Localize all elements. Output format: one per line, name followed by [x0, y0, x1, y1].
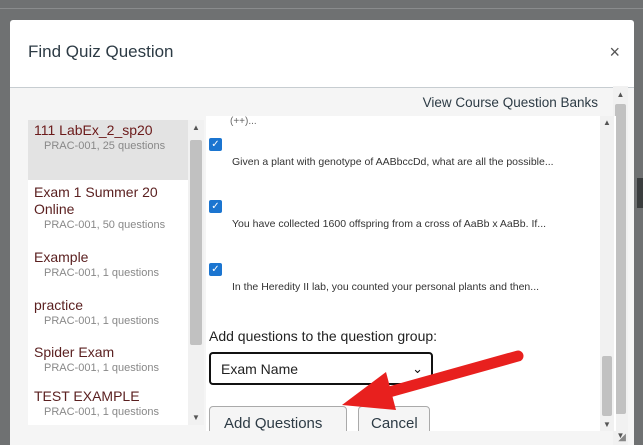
bank-name: Spider Exam [34, 344, 115, 360]
close-icon[interactable]: × [609, 42, 620, 62]
bank-meta: PRAC-001, 1 questions [44, 406, 159, 418]
bank-name: 111 LabEx_2_sp20 [34, 122, 153, 138]
bank-meta: PRAC-001, 1 questions [44, 362, 159, 374]
view-course-question-banks-link[interactable]: View Course Question Banks [423, 95, 598, 110]
question-checkbox[interactable]: ✓ [209, 200, 222, 213]
question-list-pane: (++)... ✓ Given a plant with genotype of… [206, 116, 616, 431]
checkmark-icon: ✓ [211, 264, 220, 275]
question-list-scrollbar[interactable]: ▲ ▼ [600, 116, 614, 431]
bank-item[interactable]: Exam 1 Summer 20 Online PRAC-001, 50 que… [28, 182, 192, 232]
cancel-button[interactable]: Cancel [358, 406, 430, 431]
bank-name: Exam 1 Summer 20 Online [34, 184, 158, 217]
question-group-label: Add questions to the question group: [209, 328, 438, 344]
bank-name: TEST EXAMPLE [34, 388, 140, 404]
question-group-select[interactable]: Exam Name ⌄ [209, 352, 433, 385]
resize-handle-icon[interactable]: ◢ [618, 432, 626, 443]
add-questions-button[interactable]: Add Questions [209, 406, 347, 431]
scroll-up-icon[interactable]: ▲ [600, 118, 614, 127]
checkmark-icon: ✓ [211, 139, 220, 150]
add-questions-label: Add Questions [224, 415, 323, 431]
scroll-down-icon[interactable]: ▼ [600, 420, 614, 429]
bank-list-scrollbar-thumb[interactable] [190, 140, 202, 345]
question-text-partial: (++)... [230, 116, 257, 127]
backdrop-tab [637, 178, 643, 208]
bank-item[interactable]: Example PRAC-001, 1 questions [28, 247, 192, 280]
question-bank-list: 111 LabEx_2_sp20 PRAC-001, 25 questions … [28, 120, 204, 425]
backdrop-divider [0, 8, 643, 9]
find-quiz-question-dialog: Find Quiz Question × View Course Questio… [10, 20, 634, 445]
question-list-scrollbar-thumb[interactable] [602, 356, 612, 416]
dialog-scrollbar-thumb[interactable] [615, 104, 626, 414]
question-text: You have collected 1600 offspring from a… [232, 218, 547, 230]
bank-item[interactable]: 111 LabEx_2_sp20 PRAC-001, 25 questions [28, 120, 192, 180]
bank-name: practice [34, 297, 84, 313]
bank-item[interactable]: Spider Exam PRAC-001, 1 questions [28, 342, 192, 375]
bank-item[interactable]: TEST EXAMPLE PRAC-001, 1 questions [28, 386, 192, 419]
bank-meta: PRAC-001, 1 questions [44, 315, 159, 327]
bank-meta: PRAC-001, 50 questions [44, 219, 166, 231]
question-checkbox[interactable]: ✓ [209, 263, 222, 276]
question-text: In the Heredity II lab, you counted your… [232, 281, 540, 293]
bank-list-scrollbar[interactable]: ▲ ▼ [188, 120, 204, 425]
bank-meta: PRAC-001, 25 questions [44, 140, 166, 152]
dialog-title: Find Quiz Question [28, 42, 174, 61]
chevron-down-icon: ⌄ [412, 361, 423, 376]
question-text: Given a plant with genotype of AABbccDd,… [232, 156, 554, 168]
checkmark-icon: ✓ [211, 201, 220, 212]
scroll-down-icon[interactable]: ▼ [188, 413, 204, 422]
bank-meta: PRAC-001, 1 questions [44, 267, 159, 279]
bank-name: Example [34, 249, 89, 265]
cancel-label: Cancel [371, 415, 418, 431]
scroll-up-icon[interactable]: ▲ [188, 123, 204, 132]
question-group-value: Exam Name [221, 361, 299, 377]
bank-item[interactable]: practice PRAC-001, 1 questions [28, 295, 192, 328]
scroll-up-icon[interactable]: ▲ [613, 88, 628, 102]
question-checkbox[interactable]: ✓ [209, 138, 222, 151]
